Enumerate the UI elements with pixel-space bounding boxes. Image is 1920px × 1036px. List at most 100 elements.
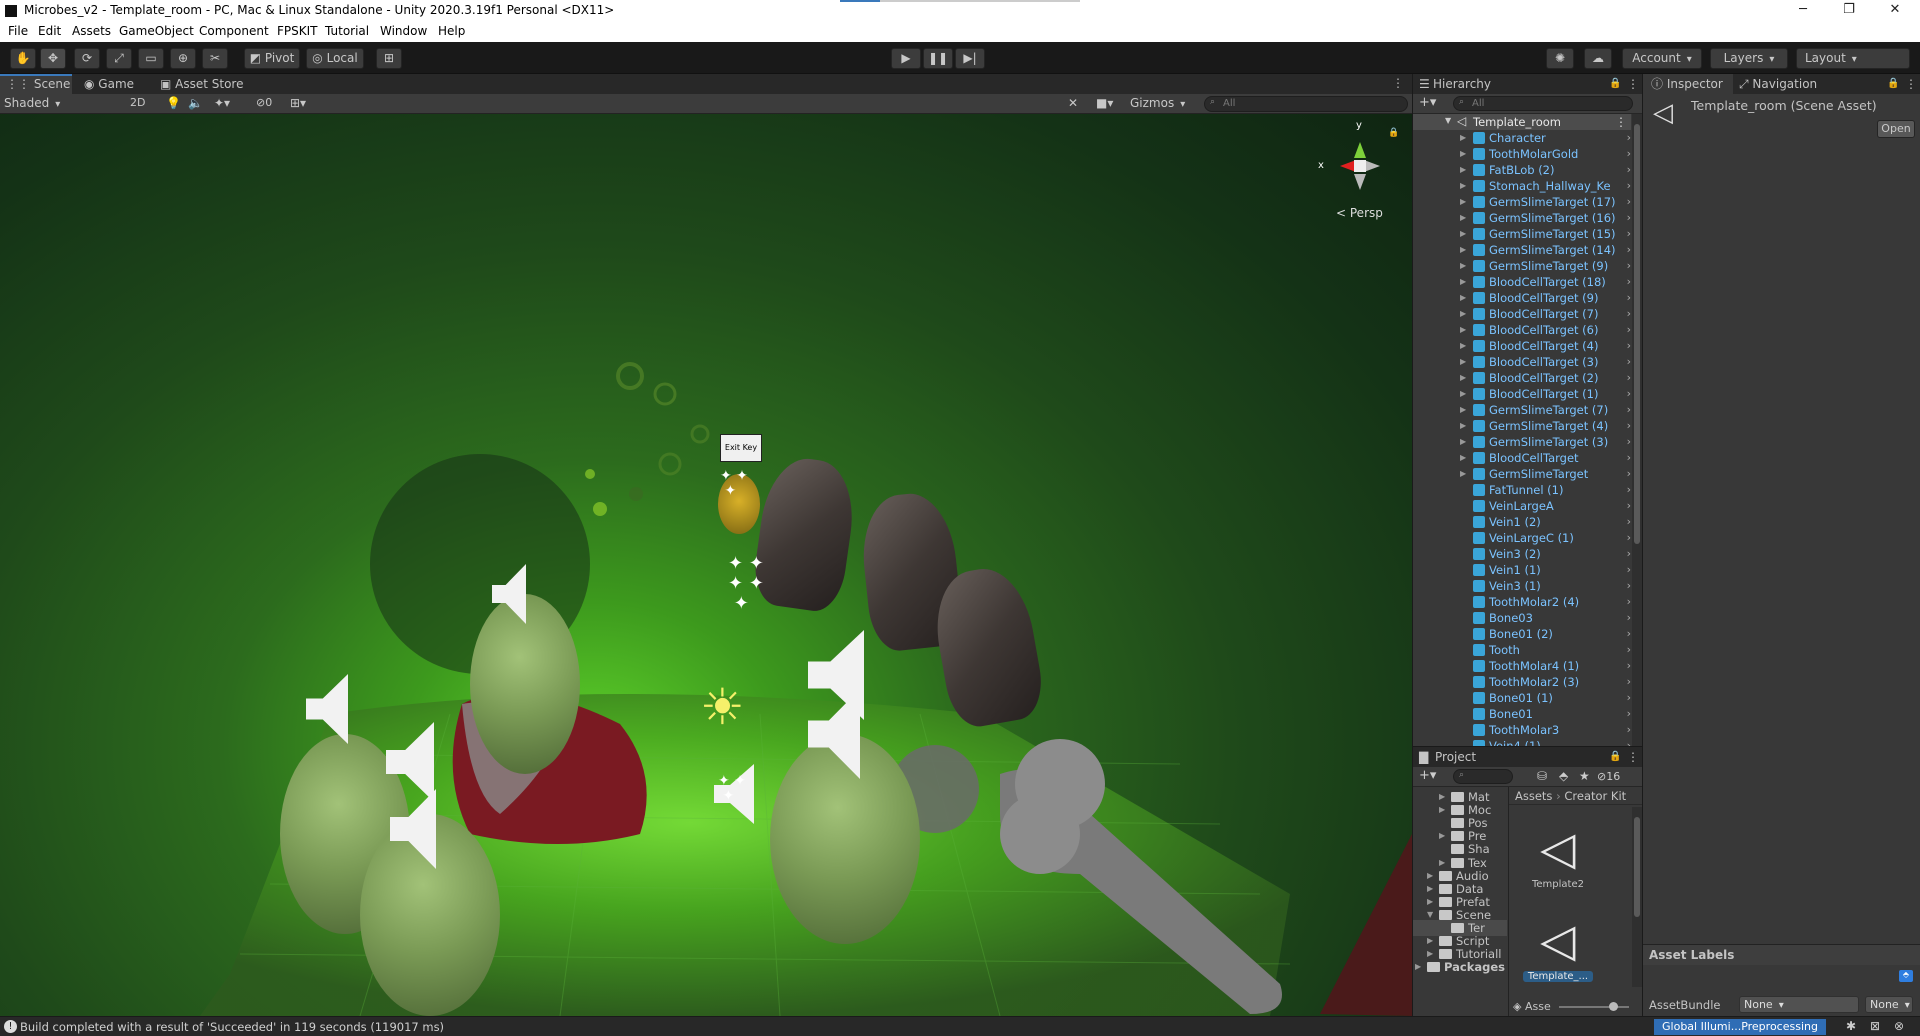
breadcrumb-assets[interactable]: Assets <box>1515 789 1552 803</box>
open-prefab-chevron-icon[interactable]: › <box>1627 626 1631 642</box>
project-scrollbar-thumb[interactable] <box>1634 817 1640 917</box>
open-prefab-chevron-icon[interactable]: › <box>1627 338 1631 354</box>
open-prefab-chevron-icon[interactable]: › <box>1627 610 1631 626</box>
hierarchy-item[interactable]: ▶ BloodCellTarget (3) › <box>1413 354 1631 370</box>
open-prefab-chevron-icon[interactable]: › <box>1627 306 1631 322</box>
hidden-objects-toggle[interactable]: ⊘0 <box>256 96 272 109</box>
collab-icon[interactable]: ✺ <box>1546 48 1574 69</box>
open-prefab-chevron-icon[interactable]: › <box>1627 178 1631 194</box>
expand-arrow-icon[interactable]: ▶ <box>1460 210 1466 226</box>
hidden-packages-toggle[interactable]: ⊘16 <box>1597 770 1620 783</box>
menu-window[interactable]: Window <box>380 24 427 38</box>
open-prefab-chevron-icon[interactable]: › <box>1627 242 1631 258</box>
scene-tab-menu-icon[interactable]: ⋮ <box>1392 76 1404 90</box>
open-button[interactable]: Open <box>1877 120 1915 138</box>
hierarchy-menu-icon[interactable]: ⋮ <box>1627 74 1639 94</box>
open-prefab-chevron-icon[interactable]: › <box>1627 642 1631 658</box>
inspector-menu-icon[interactable]: ⋮ <box>1905 74 1917 94</box>
project-lock-icon[interactable]: 🔒 <box>1609 747 1621 767</box>
open-prefab-chevron-icon[interactable]: › <box>1627 546 1631 562</box>
custom-tool-icon[interactable]: ✂ <box>202 48 228 69</box>
shading-mode-dropdown[interactable]: Shaded <box>4 96 116 110</box>
lighting-toggle-icon[interactable]: 💡 <box>166 96 181 110</box>
hierarchy-item[interactable]: ▶ BloodCellTarget (18) › <box>1413 274 1631 290</box>
tab-asset-store[interactable]: ▣ Asset Store <box>154 74 254 94</box>
expand-arrow-icon[interactable]: ▶ <box>1460 338 1466 354</box>
menu-file[interactable]: File <box>8 24 28 38</box>
menu-help[interactable]: Help <box>438 24 465 38</box>
expand-arrow-icon[interactable]: ▶ <box>1460 402 1466 418</box>
hierarchy-item[interactable]: ▶ BloodCellTarget › <box>1413 450 1631 466</box>
open-prefab-chevron-icon[interactable]: › <box>1627 562 1631 578</box>
project-create-icon[interactable]: +▾ <box>1419 768 1436 783</box>
hierarchy-title[interactable]: Hierarchy <box>1433 74 1491 94</box>
open-prefab-chevron-icon[interactable]: › <box>1627 386 1631 402</box>
open-prefab-chevron-icon[interactable]: › <box>1627 722 1631 738</box>
maximize-button[interactable]: ❐ <box>1826 0 1872 22</box>
menu-edit[interactable]: Edit <box>38 24 61 38</box>
open-prefab-chevron-icon[interactable]: › <box>1627 210 1631 226</box>
tab-game[interactable]: ◉ Game <box>78 74 142 94</box>
hierarchy-item[interactable]: ▶ BloodCellTarget (4) › <box>1413 338 1631 354</box>
filter-by-label-icon[interactable]: ⬘ <box>1559 769 1568 783</box>
open-prefab-chevron-icon[interactable]: › <box>1627 226 1631 242</box>
tab-navigation[interactable]: ⤢ Navigation <box>1739 74 1817 94</box>
pivot-toggle[interactable]: ◩ Pivot <box>244 48 300 69</box>
open-prefab-chevron-icon[interactable]: › <box>1627 370 1631 386</box>
hierarchy-item[interactable]: Vein1 (1) › <box>1413 562 1631 578</box>
hierarchy-lock-icon[interactable]: 🔒 <box>1609 74 1621 94</box>
status-message[interactable]: Build completed with a result of 'Succee… <box>20 1020 444 1034</box>
hierarchy-item[interactable]: VeinLargeA › <box>1413 498 1631 514</box>
expand-arrow-icon[interactable]: ▶ <box>1460 386 1466 402</box>
transform-tool-icon[interactable]: ⊕ <box>170 48 196 69</box>
pause-button-icon[interactable]: ❚❚ <box>923 48 953 69</box>
expand-arrow-icon[interactable]: ▶ <box>1460 194 1466 210</box>
favorites-star-icon[interactable]: ★ <box>1579 769 1590 783</box>
expand-arrow-icon[interactable]: ▶ <box>1460 146 1466 162</box>
label-tag-icon[interactable]: ⬘ <box>1899 970 1913 982</box>
open-prefab-chevron-icon[interactable]: › <box>1627 418 1631 434</box>
step-button-icon[interactable]: ▶| <box>955 48 985 69</box>
menu-component[interactable]: Component <box>199 24 269 38</box>
hierarchy-item[interactable]: ToothMolar2 (4) › <box>1413 594 1631 610</box>
gizmo-lock-icon[interactable]: 🔒 <box>1388 128 1399 138</box>
rect-tool-icon[interactable]: ▭ <box>138 48 164 69</box>
hierarchy-item[interactable]: Bone01 (2) › <box>1413 626 1631 642</box>
hierarchy-item[interactable]: Bone01 (1) › <box>1413 690 1631 706</box>
open-prefab-chevron-icon[interactable]: › <box>1627 594 1631 610</box>
network-icon[interactable]: ⊠ <box>1870 1019 1880 1033</box>
create-plus-icon[interactable]: +▾ <box>1419 95 1436 110</box>
scene-viewport[interactable]: ☀ ✦ ✦ ✦ ✦ ✦ ✦ ✦ ✦ ✦ ✦ ✦ Exit Key y x 🔒 < … <box>0 114 1412 1016</box>
hierarchy-item[interactable]: ▶ BloodCellTarget (7) › <box>1413 306 1631 322</box>
hierarchy-item[interactable]: ▶ FatBLob (2) › <box>1413 162 1631 178</box>
background-task-progress[interactable]: Global Illumi...Preprocessing <box>1654 1019 1826 1035</box>
open-prefab-chevron-icon[interactable]: › <box>1627 434 1631 450</box>
hierarchy-item[interactable]: ▶ GermSlimeTarget (3) › <box>1413 434 1631 450</box>
expand-arrow-icon[interactable]: ▶ <box>1460 226 1466 242</box>
open-prefab-chevron-icon[interactable]: › <box>1627 274 1631 290</box>
2d-toggle[interactable]: 2D <box>130 96 145 109</box>
effects-toggle-icon[interactable]: ✦▾ <box>214 96 230 110</box>
hierarchy-item[interactable]: ▶ GermSlimeTarget (16) › <box>1413 210 1631 226</box>
project-title[interactable]: Project <box>1435 747 1476 767</box>
hierarchy-scrollbar-thumb[interactable] <box>1634 124 1640 544</box>
inspector-lock-icon[interactable]: 🔒 <box>1887 74 1899 94</box>
scene-search-input[interactable]: All <box>1204 96 1408 112</box>
open-prefab-chevron-icon[interactable]: › <box>1627 498 1631 514</box>
expand-arrow-icon[interactable]: ▶ <box>1460 290 1466 306</box>
hierarchy-item[interactable]: Bone01 › <box>1413 706 1631 722</box>
scale-tool-icon[interactable]: ⤢ <box>106 48 132 69</box>
open-prefab-chevron-icon[interactable]: › <box>1627 706 1631 722</box>
grid-snap-icon[interactable]: ⊞ <box>376 48 402 69</box>
open-prefab-chevron-icon[interactable]: › <box>1627 162 1631 178</box>
grid-toggle-icon[interactable]: ⊞▾ <box>290 96 306 110</box>
hierarchy-item[interactable]: VeinLargeC (1) › <box>1413 530 1631 546</box>
open-prefab-chevron-icon[interactable]: › <box>1627 690 1631 706</box>
hierarchy-item[interactable]: ▶ Stomach_Hallway_Ke › <box>1413 178 1631 194</box>
open-prefab-chevron-icon[interactable]: › <box>1627 450 1631 466</box>
tab-inspector[interactable]: ⓘ Inspector <box>1643 74 1733 94</box>
hierarchy-item[interactable]: FatTunnel (1) › <box>1413 482 1631 498</box>
hand-tool-icon[interactable]: ✋ <box>10 48 36 69</box>
expand-arrow-icon[interactable]: ▶ <box>1460 274 1466 290</box>
layout-dropdown[interactable]: Layout <box>1796 48 1910 69</box>
